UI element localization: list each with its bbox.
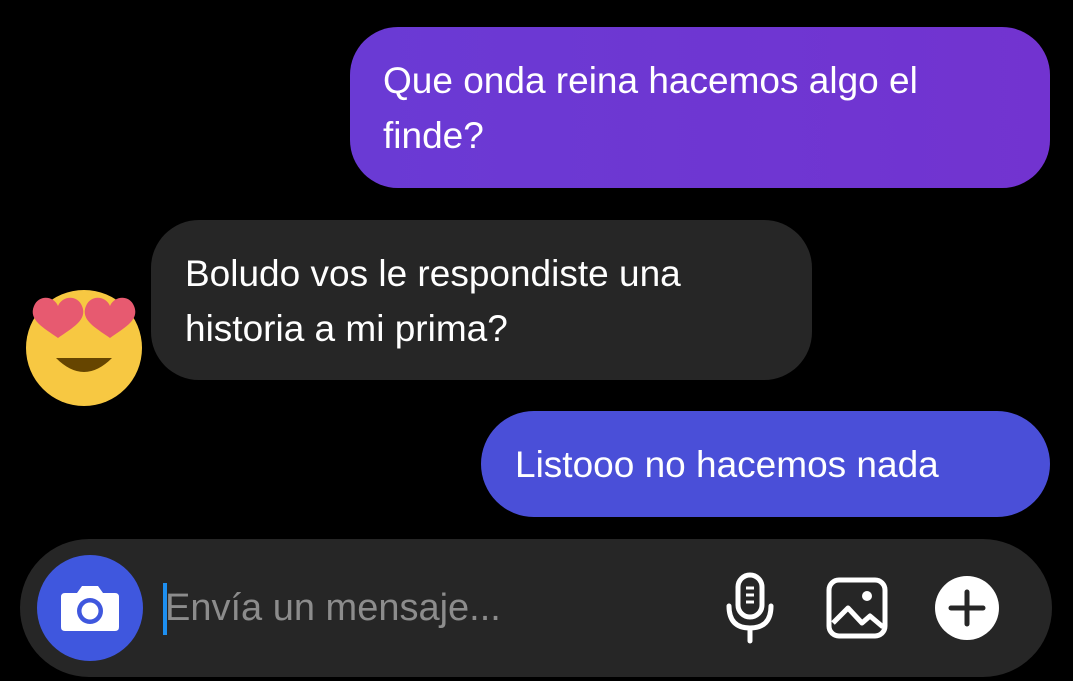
microphone-icon: [726, 572, 774, 644]
message-text-line: Boludo vos le respondiste una: [185, 253, 681, 294]
message-text-line: Que onda reina hacemos algo el: [383, 60, 918, 101]
gallery-button[interactable]: [825, 575, 889, 641]
message-input-container: [163, 579, 703, 637]
plus-icon: [935, 576, 999, 640]
message-composer: [20, 539, 1052, 677]
message-text-line: historia a mi prima?: [185, 308, 508, 349]
camera-icon: [61, 586, 119, 631]
image-gallery-icon: [826, 577, 888, 639]
message-text-line: finde?: [383, 115, 484, 156]
message-input[interactable]: [165, 579, 695, 637]
sent-message-bubble[interactable]: Listooo no hacemos nada: [481, 411, 1050, 517]
camera-button[interactable]: [37, 555, 143, 661]
more-options-button[interactable]: [934, 575, 1000, 641]
microphone-button[interactable]: [720, 571, 780, 645]
message-text-line: Listooo no hacemos nada: [515, 444, 939, 485]
received-message-bubble[interactable]: Boludo vos le respondiste una historia a…: [151, 220, 812, 380]
heart-eyes-emoji-icon[interactable]: [24, 286, 144, 406]
sent-message-bubble[interactable]: Que onda reina hacemos algo el finde?: [350, 27, 1050, 188]
heart-eyes-emoji-graphic: [26, 290, 142, 406]
